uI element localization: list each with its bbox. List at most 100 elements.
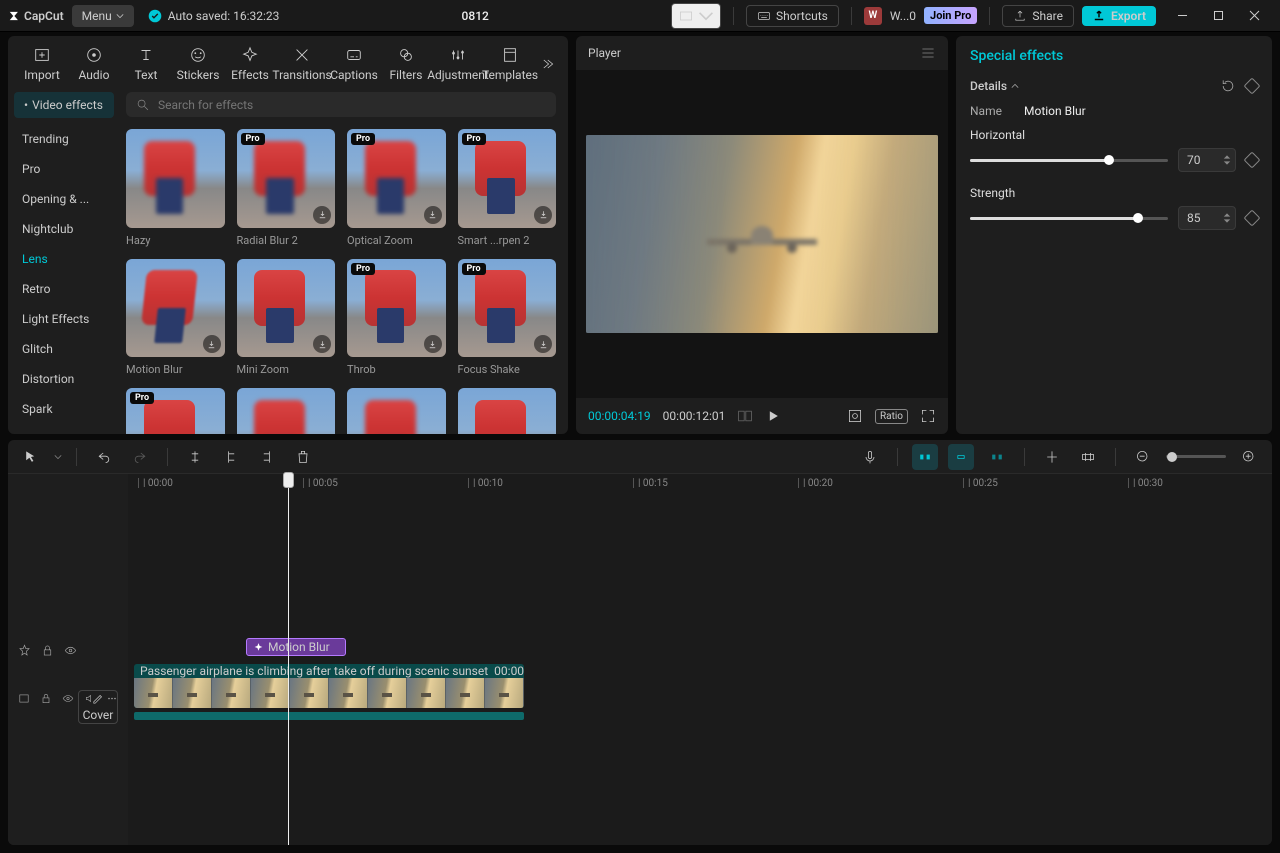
tab-templates[interactable]: Templates [484,46,536,82]
cover-button[interactable]: Cover [78,690,118,724]
lock-icon[interactable] [41,644,54,657]
play-icon[interactable] [765,408,781,424]
search-input[interactable] [158,98,546,112]
zoom-in-button[interactable] [1236,444,1262,470]
tab-captions[interactable]: Captions [328,46,380,82]
trim-right-button[interactable] [254,444,280,470]
menu-button[interactable]: Menu [72,5,134,27]
playhead[interactable] [288,474,289,845]
download-icon[interactable] [313,335,331,353]
category-glitch[interactable]: Glitch [8,334,120,364]
tab-transitions[interactable]: Transitions [276,46,328,82]
star-icon[interactable] [18,644,31,657]
crop-button[interactable] [1075,444,1101,470]
aspect-ratio-button[interactable] [671,3,721,29]
effect-item[interactable]: ProRadial Blur 2 [237,129,336,247]
tab-filters[interactable]: Filters [380,46,432,82]
lock-icon[interactable] [40,692,52,705]
minimize-button[interactable] [1164,2,1200,30]
trim-left-button[interactable] [218,444,244,470]
category-spark[interactable]: Spark [8,394,120,424]
search-effects[interactable] [126,92,556,117]
category-opening-[interactable]: Opening & ... [8,184,120,214]
video-effects-header[interactable]: •Video effects [14,92,114,118]
category-nightclub[interactable]: Nightclub [8,214,120,244]
redo-button[interactable] [127,444,153,470]
effect-item[interactable]: Hazy [126,129,225,247]
param-value[interactable]: 70 [1178,148,1236,172]
category-trending[interactable]: Trending [8,124,120,154]
effect-item[interactable] [347,388,446,434]
maximize-button[interactable] [1200,2,1236,30]
download-icon[interactable] [424,206,442,224]
avatar[interactable]: W [864,7,882,25]
track-align-button[interactable] [1039,444,1065,470]
split-button[interactable] [182,444,208,470]
select-tool[interactable] [18,444,44,470]
player-menu-icon[interactable] [920,45,936,61]
effect-item[interactable] [458,388,557,434]
tab-audio[interactable]: Audio [68,46,120,82]
join-pro-badge[interactable]: Join Pro [924,7,977,24]
ratio-badge[interactable]: Ratio [875,409,908,424]
tab-effects[interactable]: Effects [224,46,276,82]
param-value[interactable]: 85 [1178,206,1236,230]
category-lens[interactable]: Lens [8,244,120,274]
time-ruler[interactable]: | 00:00| 00:05| 00:10| 00:15| 00:20| 00:… [128,474,1272,496]
tab-stickers[interactable]: Stickers [172,46,224,82]
collapse-icon[interactable] [1011,82,1019,90]
link-button[interactable] [948,444,974,470]
preview-axis-button[interactable] [984,444,1010,470]
video-preview[interactable] [586,135,938,333]
effect-item[interactable]: ProSmart ...rpen 2 [458,129,557,247]
undo-button[interactable] [91,444,117,470]
effect-item[interactable]: Mini Zoom [237,259,336,377]
delete-button[interactable] [290,444,316,470]
tracks-area[interactable]: | 00:00| 00:05| 00:10| 00:15| 00:20| 00:… [128,474,1272,845]
mic-button[interactable] [857,444,883,470]
download-icon[interactable] [203,335,221,353]
zoom-out-button[interactable] [1130,444,1156,470]
scale-icon[interactable] [847,408,863,424]
effect-clip[interactable]: Motion Blur [246,638,346,656]
timeline-panel: Cover | 00:00| 00:05| 00:10| 00:15| 00:2… [8,440,1272,845]
category-distortion[interactable]: Distortion [8,364,120,394]
download-icon[interactable] [313,206,331,224]
category-retro[interactable]: Retro [8,274,120,304]
param-slider[interactable] [970,159,1168,162]
category-light-effects[interactable]: Light Effects [8,304,120,334]
film-icon[interactable] [18,692,30,705]
download-icon[interactable] [424,335,442,353]
tab-import[interactable]: Import [16,46,68,82]
shortcuts-button[interactable]: Shortcuts [746,5,839,27]
fullscreen-icon[interactable] [920,408,936,424]
tabs-overflow[interactable] [536,56,558,72]
param-slider[interactable] [970,217,1168,220]
video-clip[interactable]: Passenger airplane is climbing after tak… [134,664,524,708]
share-button[interactable]: Share [1002,5,1074,27]
effect-item[interactable]: ProThrob [347,259,446,377]
effect-item[interactable] [237,388,336,434]
chevron-down-icon[interactable] [54,453,62,461]
compare-icon[interactable] [737,408,753,424]
eye-icon[interactable] [62,692,74,705]
tab-text[interactable]: Text [120,46,172,82]
tab-adjustment[interactable]: Adjustment [432,46,484,82]
keyframe-icon[interactable] [1244,210,1261,227]
reset-icon[interactable] [1220,78,1236,94]
effect-item[interactable]: ProOptical Zoom [347,129,446,247]
audio-strip[interactable] [134,712,524,720]
eye-icon[interactable] [64,644,77,657]
download-icon[interactable] [534,335,552,353]
magnet-button[interactable] [912,444,938,470]
zoom-slider[interactable] [1166,455,1226,458]
effect-item[interactable]: ProFocus Shake [458,259,557,377]
effect-item[interactable]: Pro [126,388,225,434]
keyframe-icon[interactable] [1244,78,1261,95]
effect-item[interactable]: Motion Blur [126,259,225,377]
keyframe-icon[interactable] [1244,152,1261,169]
export-button[interactable]: Export [1082,6,1156,26]
close-button[interactable] [1236,2,1272,30]
category-pro[interactable]: Pro [8,154,120,184]
download-icon[interactable] [534,206,552,224]
